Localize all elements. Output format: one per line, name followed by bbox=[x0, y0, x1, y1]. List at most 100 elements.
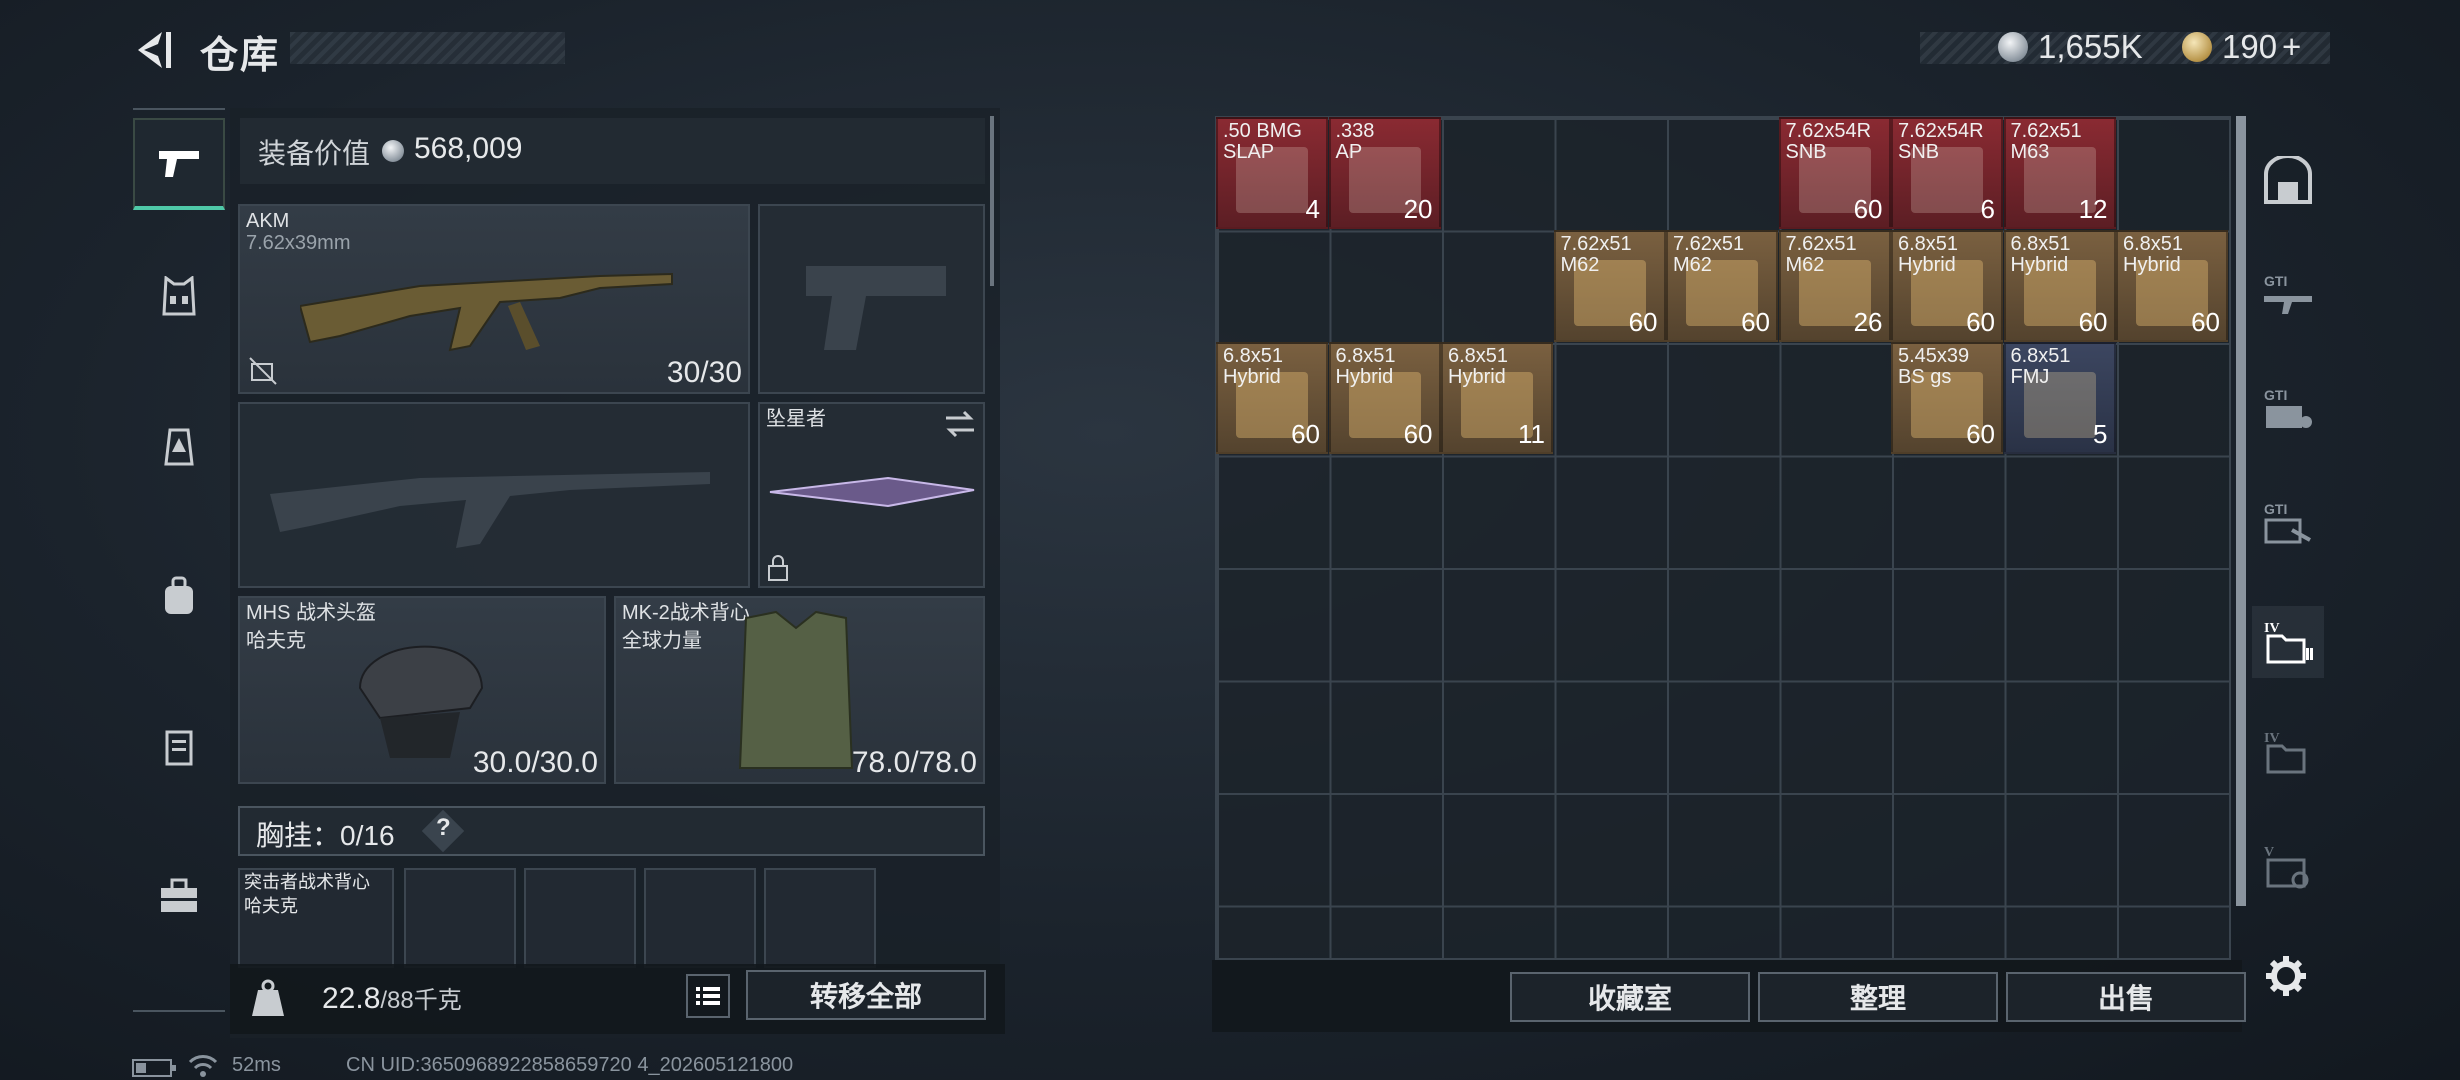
swap-icon[interactable] bbox=[944, 410, 976, 438]
sidearm-slot[interactable] bbox=[758, 204, 985, 394]
item-caliber: 5.45x39 bbox=[1898, 345, 1970, 367]
stash-tab-gti-2[interactable]: GTI bbox=[2252, 372, 2324, 444]
back-arrow-icon bbox=[138, 32, 171, 68]
stash-item[interactable]: 5.45x39 BS gs 60 bbox=[1891, 342, 2003, 454]
folder-iv-icon: IV bbox=[2264, 621, 2313, 664]
rail-chest-rig[interactable] bbox=[133, 400, 225, 492]
rail-armor[interactable] bbox=[133, 250, 225, 342]
back-button[interactable] bbox=[132, 28, 176, 72]
backpack-name: 突击者战术背心 bbox=[244, 872, 370, 892]
lock-icon bbox=[768, 555, 788, 581]
pouch-slot[interactable] bbox=[764, 868, 876, 968]
help-icon[interactable]: ? bbox=[436, 814, 451, 842]
stash-scrollbar[interactable] bbox=[2236, 116, 2246, 906]
item-type: Hybrid bbox=[1223, 366, 1281, 388]
rifle-silhouette-icon bbox=[270, 472, 710, 548]
add-gold-button[interactable]: + bbox=[2282, 28, 2301, 66]
pouch-slot[interactable] bbox=[404, 868, 516, 968]
stash-tab-iv-2[interactable]: IV bbox=[2252, 716, 2324, 788]
stash-tab-main[interactable] bbox=[2252, 144, 2324, 216]
item-caliber: 6.8x51 bbox=[2123, 232, 2184, 255]
item-quantity: 60 bbox=[1741, 306, 1770, 337]
folder-iv-icon: IV bbox=[2264, 731, 2306, 774]
item-type: Hybrid bbox=[1335, 366, 1394, 388]
silver-coin-icon bbox=[1998, 32, 2028, 62]
gold-amount: 190 bbox=[2222, 28, 2278, 65]
item-type: AP bbox=[1335, 141, 1363, 163]
item-caliber: 7.62x54R bbox=[1898, 120, 1984, 142]
weight-max: /88千克 bbox=[380, 987, 462, 1014]
svg-text:GTI: GTI bbox=[2264, 501, 2287, 517]
stash-item[interactable]: 6.8x51 Hybrid 60 bbox=[1216, 342, 1328, 454]
stash-tab-iv-1[interactable]: IV bbox=[2252, 606, 2324, 678]
stash-tab-gti-3[interactable]: GTI bbox=[2252, 486, 2324, 558]
item-quantity: 60 bbox=[1853, 194, 1883, 224]
equipment-scrollbar[interactable] bbox=[990, 116, 994, 286]
secondary-weapon-slot[interactable] bbox=[238, 402, 750, 588]
stash-item[interactable]: 7.62x54R SNB 6 bbox=[1891, 117, 2003, 229]
item-caliber: 7.62x51 bbox=[1785, 232, 1857, 255]
stash-item[interactable]: 7.62x51 M62 60 bbox=[1553, 229, 1666, 342]
stash-item[interactable]: 6.8x51 Hybrid 11 bbox=[1441, 342, 1553, 454]
pouch-slot[interactable] bbox=[644, 868, 756, 968]
backpack-slot[interactable]: 突击者战术背心 哈夫克 bbox=[238, 868, 394, 968]
pouch-slot[interactable] bbox=[524, 868, 636, 968]
gti-rifle-icon: GTI bbox=[2264, 273, 2312, 314]
equipment-value: 568,009 bbox=[414, 132, 523, 165]
equipment-value-label: 装备价值 bbox=[258, 138, 371, 169]
stash-item[interactable]: 7.62x54R SNB 60 bbox=[1778, 117, 1891, 229]
weapon-name: AKM bbox=[246, 210, 290, 232]
item-type: SNB bbox=[1898, 141, 1940, 163]
item-quantity: 4 bbox=[1305, 194, 1320, 224]
rail-weapons[interactable] bbox=[133, 118, 225, 210]
svg-text:IV: IV bbox=[2264, 621, 2280, 636]
sort-button[interactable]: 整理 bbox=[1758, 972, 1998, 1022]
settings-gear-icon[interactable] bbox=[2264, 954, 2308, 998]
svg-text:GTI: GTI bbox=[2264, 273, 2287, 289]
stash-item[interactable]: 6.8x51 FMJ 5 bbox=[2003, 342, 2116, 454]
stash-item[interactable]: .50 BMG SLAP 4 bbox=[1216, 117, 1328, 229]
list-view-button[interactable] bbox=[686, 974, 730, 1018]
melee-slot[interactable]: 坠星者 bbox=[758, 402, 985, 588]
weight-icon bbox=[252, 979, 284, 1016]
ammo-count: 30/30 bbox=[666, 356, 742, 389]
stash-item[interactable]: 6.8x51 Hybrid 60 bbox=[2116, 229, 2228, 342]
pistol-icon bbox=[159, 151, 199, 177]
stash-item[interactable]: 7.62x51 M63 12 bbox=[2003, 117, 2116, 229]
primary-weapon-slot[interactable]: AKM 7.62x39mm 30/30 bbox=[238, 204, 750, 394]
stash-item[interactable]: 6.8x51 Hybrid 60 bbox=[2003, 229, 2116, 342]
akm-rifle-icon bbox=[300, 272, 673, 352]
silver-coin-icon bbox=[382, 140, 404, 162]
safe-house-icon bbox=[2264, 156, 2312, 204]
item-quantity: 60 bbox=[2191, 306, 2220, 337]
rail-pouch[interactable] bbox=[133, 700, 225, 792]
gold-coin-icon bbox=[2182, 32, 2212, 62]
armor-brand: 全球力量 bbox=[622, 630, 702, 652]
transfer-all-button[interactable]: 转移全部 bbox=[746, 970, 986, 1020]
rail-backpack[interactable] bbox=[133, 550, 225, 642]
stash-item[interactable]: 7.62x51 M62 26 bbox=[1778, 229, 1891, 342]
stash-tab-v[interactable]: V bbox=[2252, 830, 2324, 902]
vest-icon bbox=[738, 610, 854, 769]
category-rail bbox=[133, 108, 225, 1012]
helmet-slot[interactable]: MHS 战术头盔 哈夫克 30.0/30.0 bbox=[238, 596, 606, 784]
melee-name: 坠星者 bbox=[766, 408, 826, 430]
stash-item[interactable]: 6.8x51 Hybrid 60 bbox=[1328, 342, 1441, 454]
stash-tab-gti-1[interactable]: GTI bbox=[2252, 258, 2324, 330]
sell-button[interactable]: 出售 bbox=[2006, 972, 2246, 1022]
weight-readout: 22.8/88千克 bbox=[322, 980, 462, 1016]
svg-text:V: V bbox=[2264, 845, 2274, 860]
armor-durability: 78.0/78.0 bbox=[851, 746, 977, 779]
armor-slot[interactable]: MK-2战术背心 全球力量 78.0/78.0 bbox=[614, 596, 985, 784]
page-title: 仓库 bbox=[200, 35, 281, 77]
vest-icon bbox=[162, 276, 196, 316]
vault-button[interactable]: 收藏室 bbox=[1510, 972, 1750, 1022]
item-caliber: 7.62x51 bbox=[2010, 120, 2082, 142]
rail-case[interactable] bbox=[133, 850, 225, 942]
stash-item[interactable]: .338 AP 20 bbox=[1328, 117, 1441, 229]
stash-item[interactable]: 6.8x51 Hybrid 60 bbox=[1891, 229, 2003, 342]
uid-readout: CN UID:3650968922858659720 4_20260512180… bbox=[346, 1054, 794, 1076]
stash-item[interactable]: 7.62x51 M62 60 bbox=[1666, 229, 1778, 342]
svg-text:IV: IV bbox=[2264, 731, 2280, 746]
item-caliber: .338 bbox=[1335, 120, 1375, 142]
